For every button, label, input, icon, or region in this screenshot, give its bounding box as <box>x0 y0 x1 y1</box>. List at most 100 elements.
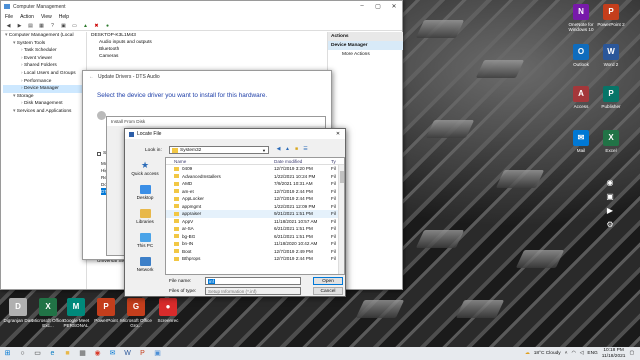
device-category[interactable]: Audio inputs and outputs <box>89 39 325 46</box>
desktop-shortcut[interactable]: W Word 2 <box>596 44 626 67</box>
tree-item[interactable]: › Task Scheduler <box>3 47 86 55</box>
desktop-shortcut[interactable]: A Access <box>566 86 596 109</box>
notifications-icon[interactable]: ▢ <box>629 351 634 356</box>
column-name[interactable]: Name <box>166 158 274 164</box>
open-button[interactable]: Open <box>313 277 343 285</box>
clock[interactable]: 10:18 PM 11/18/2021 <box>602 348 626 359</box>
monitor-icon[interactable]: ▭ <box>71 23 78 29</box>
up-folder-icon[interactable]: ▲ <box>284 146 291 153</box>
file-row[interactable]: Bthprops 12/7/2019 2:44 PM Fil <box>166 255 344 263</box>
file-row[interactable]: ar-SA 6/21/2021 1:51 PM Fil <box>166 225 344 233</box>
device-tree-root[interactable]: DESKTOP-K3L1M43 <box>89 32 325 39</box>
tree-item[interactable]: › Device Manager <box>3 85 86 93</box>
disable-icon[interactable]: ✖ <box>93 23 100 29</box>
file-row[interactable]: appmgmt 1/22/2021 12:09 PM Fil <box>166 203 344 211</box>
edge-icon[interactable]: e <box>45 347 60 360</box>
place-desktop[interactable]: Desktop <box>127 183 163 207</box>
tree-item[interactable]: ▾ Storage <box>3 93 86 101</box>
camera-icon[interactable]: ◉ <box>600 176 620 190</box>
start-icon[interactable]: ⊞ <box>0 347 15 360</box>
actions-device-manager[interactable]: Device Manager <box>328 41 403 50</box>
back-icon[interactable]: ◀ <box>5 23 12 29</box>
device-category[interactable]: Bluetooth <box>89 46 325 53</box>
desktop-shortcut[interactable]: P Publisher <box>596 86 626 109</box>
file-row[interactable]: Boot 12/7/2019 2:49 PM Fil <box>166 248 344 256</box>
desktop-shortcut[interactable]: ● Screenrec <box>150 298 186 323</box>
desktop-shortcut[interactable]: ✉ Mail <box>566 130 596 153</box>
forward-icon[interactable]: ▶ <box>16 23 23 29</box>
file-row[interactable]: AdvancedInstallers 1/22/2021 10:24 PM Fil <box>166 173 344 181</box>
look-in-dropdown[interactable]: System32 ▼ <box>169 146 269 154</box>
desktop-shortcut[interactable]: X Excel <box>596 130 626 153</box>
maximize-button[interactable]: ▢ <box>370 3 386 10</box>
file-row[interactable]: AppV 11/18/2021 10:57 AM Fil <box>166 218 344 226</box>
menu-help[interactable]: Help <box>59 14 69 20</box>
place-network[interactable]: Network <box>127 255 163 279</box>
file-type-dropdown[interactable]: Setup Information (*.inf) <box>205 287 301 295</box>
mail-icon[interactable]: ✉ <box>105 347 120 360</box>
column-type[interactable]: Ty <box>331 158 341 164</box>
menu-file[interactable]: File <box>5 14 13 20</box>
place-this-pc[interactable]: This PC <box>127 231 163 255</box>
tree-item[interactable]: ▾ Computer Management (Local <box>3 32 86 40</box>
desktop-shortcut[interactable]: N OneNote for Windows 10 <box>566 4 596 32</box>
file-row[interactable]: AMD 7/9/2021 10:31 AM Fil <box>166 180 344 188</box>
properties-icon[interactable]: ▦ <box>38 23 45 29</box>
scrollbar[interactable] <box>338 165 344 274</box>
menu-view[interactable]: View <box>41 14 52 20</box>
tray-chevron-icon[interactable]: ˄ <box>565 351 568 356</box>
tree-item[interactable]: › Disk Management <box>3 100 86 108</box>
menu-action[interactable]: Action <box>20 14 34 20</box>
tree-item[interactable]: › Local Users and Groups <box>3 70 86 78</box>
place-quick-access[interactable]: ★ Quick access <box>127 159 163 183</box>
file-row[interactable]: bg-BG 6/21/2021 1:51 PM Fil <box>166 233 344 241</box>
screenshot-icon[interactable]: ▣ <box>600 190 620 204</box>
file-name-input[interactable]: inf <box>205 277 301 285</box>
view-icon[interactable]: ▣ <box>60 23 67 29</box>
close-button[interactable]: ✕ <box>331 131 345 137</box>
wifi-icon[interactable]: ◠ <box>572 351 576 356</box>
scrollbar-thumb[interactable] <box>340 171 344 183</box>
tree-item[interactable]: › Performance <box>3 78 86 86</box>
place-libraries[interactable]: Libraries <box>127 207 163 231</box>
desktop-shortcut[interactable]: P PowerPoint 2 <box>596 4 626 27</box>
scan-icon[interactable]: ● <box>104 23 111 29</box>
word-icon[interactable]: W <box>120 347 135 360</box>
weather-text[interactable]: 18°C Cloudy <box>534 351 561 356</box>
column-date[interactable]: Date modified <box>274 158 331 164</box>
tree-item[interactable]: › Shared Folders <box>3 62 86 70</box>
desktop-shortcut[interactable]: G Microsoft Office Gro... <box>118 298 154 328</box>
up-icon[interactable]: ▤ <box>27 23 34 29</box>
device-category[interactable]: Cameras <box>89 53 325 60</box>
more-actions-link[interactable]: More Actions <box>328 50 403 59</box>
close-button[interactable]: ✕ <box>386 3 402 10</box>
help-icon[interactable]: ? <box>49 23 56 29</box>
back-arrow-icon[interactable]: ← <box>89 74 94 80</box>
file-row[interactable]: appraiser 9/21/2021 1:51 PM Fil <box>166 210 344 218</box>
minimize-button[interactable]: – <box>354 3 370 10</box>
view-menu-icon[interactable]: ☰ <box>302 146 309 153</box>
cancel-button[interactable]: Cancel <box>313 287 343 295</box>
settings-icon[interactable]: ⚙ <box>600 218 620 232</box>
language-indicator[interactable]: ENG <box>587 351 597 356</box>
search-icon[interactable]: ○ <box>15 347 30 360</box>
file-row[interactable]: am-et 12/7/2019 2:44 PM Fil <box>166 188 344 196</box>
update-driver-icon[interactable]: ▲ <box>82 23 89 29</box>
checkbox-box[interactable] <box>97 151 101 156</box>
file-row[interactable]: bn-IN 11/18/2020 10:42 AM Fil <box>166 240 344 248</box>
store-icon[interactable]: ▦ <box>75 347 90 360</box>
computer-management-taskbar-icon[interactable]: ▣ <box>150 347 165 360</box>
file-row[interactable]: AppLocker 12/7/2019 2:44 PM Fil <box>166 195 344 203</box>
volume-icon[interactable]: ◁ <box>580 351 584 356</box>
file-explorer-icon[interactable]: ■ <box>60 347 75 360</box>
task-view-icon[interactable]: ▭ <box>30 347 45 360</box>
powerpoint-icon[interactable]: P <box>135 347 150 360</box>
tree-item[interactable]: ▾ System Tools <box>3 40 86 48</box>
video-icon[interactable]: ▶ <box>600 204 620 218</box>
desktop-shortcut[interactable]: O Outlook <box>566 44 596 67</box>
back-icon[interactable]: ◀ <box>275 146 282 153</box>
tree-item[interactable]: ▾ Services and Applications <box>3 108 86 116</box>
tree-item[interactable]: › Event Viewer <box>3 55 86 63</box>
new-folder-icon[interactable]: ■ <box>293 146 300 153</box>
chrome-icon[interactable]: ◉ <box>90 347 105 360</box>
